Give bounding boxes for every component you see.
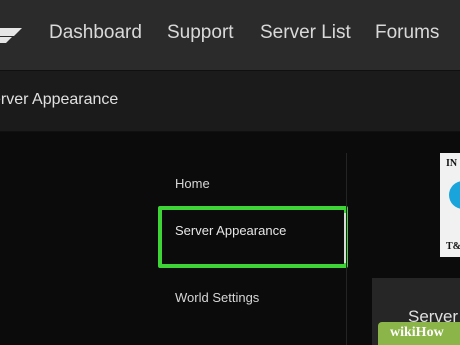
breadcrumb: erver Appearance: [0, 91, 119, 108]
thumbnail-top-text: IN: [446, 158, 458, 169]
sidebar-item-world-settings[interactable]: World Settings: [175, 288, 259, 307]
watermark-text: wikiHow: [390, 325, 444, 340]
brand-logo-icon[interactable]: [0, 24, 22, 46]
top-navigation-bar: Dashboard Support Server List Forums: [0, 0, 460, 70]
nav-support[interactable]: Support: [167, 22, 234, 44]
wikihow-watermark: wikiHow: [378, 322, 460, 345]
sidebar-divider: [346, 153, 347, 345]
nav-server-list[interactable]: Server List: [260, 22, 351, 44]
thumbnail-logo-icon: [449, 181, 460, 209]
nav-forums[interactable]: Forums: [375, 22, 439, 44]
sidebar-item-home[interactable]: Home: [175, 174, 210, 193]
thumbnail-bottom-text: T&: [446, 241, 460, 252]
sidebar-item-server-appearance-label[interactable]: Server Appearance: [175, 221, 325, 240]
breadcrumb-bar: erver Appearance: [0, 70, 460, 132]
server-thumbnail: IN T&: [440, 153, 460, 257]
nav-dashboard[interactable]: Dashboard: [49, 22, 142, 44]
